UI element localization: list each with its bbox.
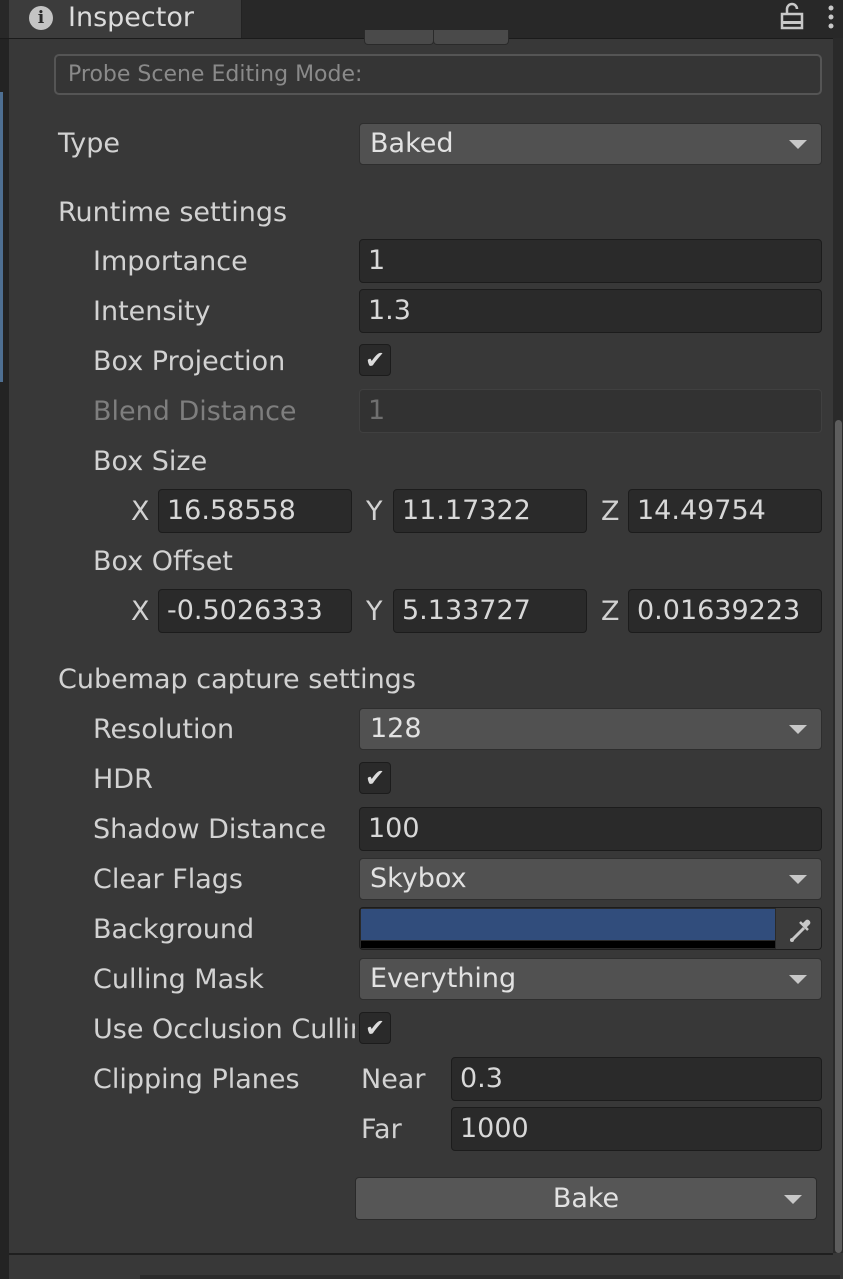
- resolution-dropdown[interactable]: 128: [359, 708, 822, 750]
- eyedropper-icon: [790, 919, 811, 942]
- chevron-down-icon: [789, 975, 807, 984]
- edit-mode-button[interactable]: [433, 30, 509, 45]
- shadow-distance-input[interactable]: 100: [359, 807, 822, 851]
- eyedropper-button[interactable]: [776, 908, 821, 949]
- box-offset-y-input[interactable]: 5.133727: [393, 589, 587, 633]
- box-size-x-label: X: [131, 496, 150, 527]
- checkmark-icon: ✔: [364, 764, 386, 792]
- box-projection-label: Box Projection: [93, 346, 286, 377]
- lock-icon[interactable]: [779, 2, 805, 30]
- box-size-label: Box Size: [93, 446, 208, 477]
- checkmark-icon: ✔: [364, 346, 386, 374]
- culling-mask-value: Everything: [370, 963, 517, 994]
- use-occlusion-culling-checkbox[interactable]: ✔: [359, 1012, 391, 1044]
- chevron-down-icon: [789, 140, 807, 149]
- runtime-settings-header: Runtime settings: [58, 197, 288, 228]
- box-size-x-input[interactable]: 16.58558: [158, 489, 352, 533]
- chevron-down-icon: [789, 875, 807, 884]
- kebab-menu-icon[interactable]: [826, 4, 836, 30]
- info-icon: i: [29, 6, 53, 30]
- tab-inspector[interactable]: i Inspector: [9, 0, 242, 38]
- box-offset-z-label: Z: [601, 596, 620, 627]
- resolution-value: 128: [370, 713, 422, 744]
- near-input[interactable]: 0.3: [451, 1057, 822, 1101]
- scene-view-edge: [0, 92, 3, 382]
- importance-label: Importance: [93, 246, 248, 277]
- intensity-label: Intensity: [93, 296, 211, 327]
- near-label: Near: [361, 1064, 426, 1095]
- clear-flags-dropdown[interactable]: Skybox: [359, 858, 822, 900]
- inspector-window: i Inspector Probe Scene Editing Mode: Ty…: [0, 0, 843, 1279]
- culling-mask-label: Culling Mask: [93, 964, 264, 995]
- type-value: Baked: [370, 128, 454, 159]
- bottom-strip: [140, 1275, 840, 1279]
- left-panel-edge: [0, 0, 9, 1279]
- clear-flags-value: Skybox: [370, 863, 467, 894]
- clipping-planes-label: Clipping Planes: [93, 1064, 300, 1095]
- background-color-field[interactable]: [359, 907, 822, 950]
- far-label: Far: [361, 1114, 402, 1145]
- box-offset-y-label: Y: [366, 596, 383, 627]
- box-offset-label: Box Offset: [93, 546, 233, 577]
- box-offset-z-input[interactable]: 0.01639223: [628, 589, 822, 633]
- box-size-z-input[interactable]: 14.49754: [628, 489, 822, 533]
- importance-input[interactable]: 1: [359, 239, 822, 283]
- box-offset-x-input[interactable]: -0.5026333: [158, 589, 352, 633]
- type-dropdown[interactable]: Baked: [359, 123, 822, 165]
- shadow-distance-label: Shadow Distance: [93, 814, 327, 845]
- intensity-input[interactable]: 1.3: [359, 289, 822, 333]
- checkmark-icon: ✔: [364, 1014, 386, 1042]
- probe-scene-editing-mode: Probe Scene Editing Mode:: [54, 54, 822, 95]
- clear-flags-label: Clear Flags: [93, 864, 243, 895]
- edit-mode-button[interactable]: [364, 30, 434, 45]
- box-size-y-label: Y: [366, 496, 383, 527]
- scrollbar-thumb[interactable]: [835, 420, 842, 1253]
- blend-distance-label: Blend Distance: [93, 396, 297, 427]
- blend-distance-input[interactable]: 1: [359, 389, 822, 433]
- alpha-bar: [361, 941, 775, 948]
- chevron-down-icon[interactable]: [784, 1195, 802, 1204]
- type-label: Type: [58, 128, 121, 159]
- cubemap-settings-header: Cubemap capture settings: [58, 664, 416, 695]
- background-color-swatch[interactable]: [361, 909, 775, 940]
- far-input[interactable]: 1000: [451, 1107, 822, 1151]
- culling-mask-dropdown[interactable]: Everything: [359, 958, 822, 1000]
- chevron-down-icon: [789, 725, 807, 734]
- bake-button-label: Bake: [552, 1183, 620, 1214]
- box-size-y-input[interactable]: 11.17322: [393, 489, 587, 533]
- box-size-z-label: Z: [601, 496, 620, 527]
- box-offset-x-label: X: [131, 596, 150, 627]
- background-label: Background: [93, 914, 255, 945]
- tab-title: Inspector: [68, 2, 194, 33]
- use-occlusion-culling-label: Use Occlusion Culling: [93, 1014, 355, 1045]
- hdr-label: HDR: [93, 764, 153, 795]
- hdr-checkbox[interactable]: ✔: [359, 762, 391, 794]
- box-projection-checkbox[interactable]: ✔: [359, 344, 391, 376]
- bake-button[interactable]: Bake: [355, 1177, 817, 1220]
- resolution-label: Resolution: [93, 714, 235, 745]
